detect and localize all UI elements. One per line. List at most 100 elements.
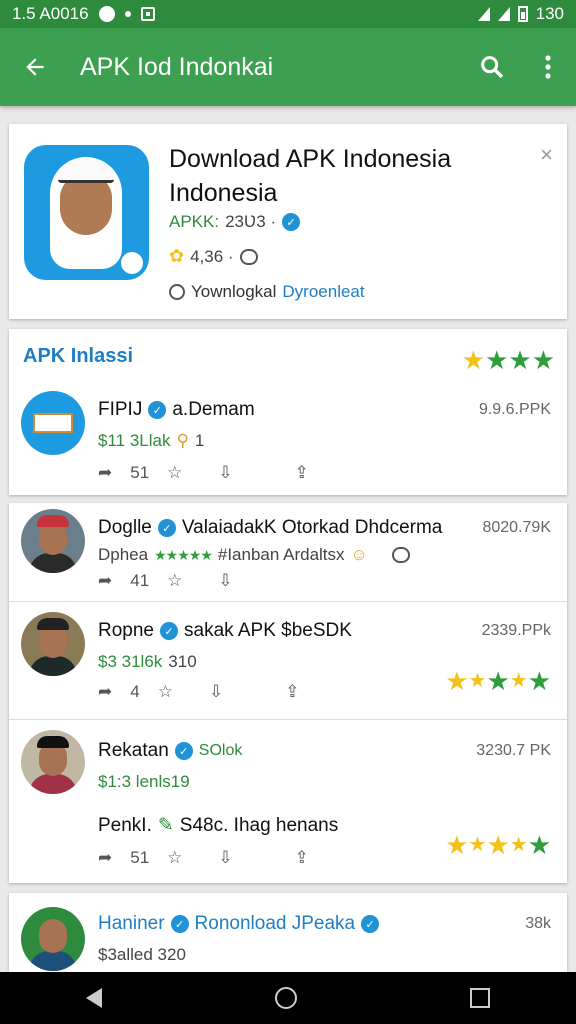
nav-home-icon[interactable] — [274, 987, 297, 1009]
signal-icon — [497, 7, 510, 21]
status-time: 1.5 A0016 — [12, 4, 89, 23]
list-item-title: Ropne ✓ sakak APK $beSDK — [98, 620, 352, 641]
action-row: ➦ 51 ☆ ⇩ ⇪ — [98, 463, 309, 483]
list-item-extra: PenkI. ✎ S48c. Ihag henans — [98, 814, 339, 837]
list-item-sub: $11 3Llak ⚲ 1 — [98, 431, 205, 450]
more-vert-icon — [545, 55, 551, 79]
app-icon — [24, 145, 149, 280]
download-icon[interactable]: ⇩ — [218, 463, 232, 483]
file-size: 8020.79K — [482, 519, 551, 536]
app-bar: APK Iod Indonkai — [0, 28, 576, 106]
download-icon[interactable]: ⇩ — [218, 571, 232, 591]
file-size: 9.9.6.PPK — [478, 401, 551, 418]
system-nav-bar — [0, 972, 576, 1024]
star-icon: ★ — [461, 345, 486, 375]
nav-recents-icon[interactable] — [469, 988, 490, 1008]
avatar — [21, 509, 85, 573]
star-cluster-icon: ✿ — [169, 246, 185, 266]
wifi-icon — [477, 7, 490, 21]
forward-icon[interactable]: ⇪ — [295, 848, 309, 868]
list-item-sub: $3alled 320 — [98, 945, 186, 964]
close-button[interactable]: × — [540, 142, 553, 168]
comment-icon — [239, 248, 258, 265]
avatar — [21, 907, 85, 971]
action-row: ➦ 4 ☆ ⇩ ⇪ — [98, 682, 300, 702]
star-icon: ★ — [486, 666, 510, 696]
rating-stars: ★★★★★ — [154, 546, 213, 563]
radio-icon — [169, 284, 185, 300]
avatar — [21, 730, 85, 794]
action-row: ➦ 41 ☆ ⇩ — [98, 571, 233, 591]
share-icon[interactable]: ➦ — [98, 463, 112, 483]
app-list-card-partial[interactable]: Haniner ✓ Rononload JPeaka ✓ 38k $3alled… — [9, 893, 567, 973]
list-item-title[interactable]: FIPIJ ✓ a.Demam — [98, 399, 255, 421]
comment-icon — [391, 547, 410, 563]
list-item[interactable]: Doglle ✓ ValaiadakK Otorkad Dhdcerma 802… — [9, 503, 567, 601]
star-icon: ★ — [468, 670, 487, 692]
star-icon: ★ — [509, 834, 528, 856]
download-icon[interactable]: ⇩ — [218, 848, 232, 868]
star-icon: ★ — [527, 830, 551, 860]
page-title: APK Iod Indonkai — [80, 52, 274, 81]
share-icon[interactable]: ➦ — [98, 848, 112, 868]
search-button[interactable] — [464, 28, 520, 106]
verified-icon: ✓ — [361, 915, 380, 933]
forward-icon[interactable]: ⇪ — [295, 463, 309, 483]
search-icon: ⚲ — [176, 431, 189, 450]
bookmark-icon[interactable]: ☆ — [167, 848, 182, 868]
share-icon[interactable]: ➦ — [98, 571, 112, 591]
star-icon: ★ — [485, 345, 509, 375]
file-size: 38k — [525, 915, 551, 932]
featured-meta-download[interactable]: Yownlogkal Dyroenleat — [169, 282, 365, 302]
file-size: 2339.PPk — [481, 622, 551, 639]
more-options-button[interactable] — [520, 28, 576, 106]
featured-meta-rating: APKK: 23Ʋ3 · ✓ — [169, 212, 301, 232]
bookmark-icon[interactable]: ☆ — [167, 463, 182, 483]
section-title: APK Inlassi — [23, 345, 134, 367]
status-right-time: 130 — [535, 4, 564, 23]
featured-title: Download APK Indonesia Indonesia — [169, 145, 452, 207]
file-size: 3230.7 PK — [476, 742, 551, 759]
bookmark-icon[interactable]: ☆ — [158, 682, 173, 702]
star-icon: ★ — [508, 345, 532, 375]
verified-icon: ✓ — [282, 213, 301, 231]
list-item-title: Doglle ✓ ValaiadakK Otorkad Dhdcerma — [98, 517, 443, 538]
status-bar: 1.5 A0016 130 — [0, 0, 576, 28]
list-item[interactable]: Ropne ✓ sakak APK $beSDK 2339.PPk $3 31l… — [9, 602, 567, 719]
share-icon[interactable]: ➦ — [98, 682, 112, 702]
back-button[interactable] — [0, 28, 70, 106]
star-icon: ★ — [445, 830, 469, 860]
notification-icon — [98, 6, 115, 22]
app-logo-icon — [33, 413, 73, 433]
rating-stars: ★★★★★ — [445, 832, 551, 858]
list-item-title: Haniner ✓ Rononload JPeaka ✓ — [98, 913, 380, 935]
verified-icon: ✓ — [157, 519, 176, 537]
download-icon[interactable]: ⇩ — [209, 682, 223, 702]
forward-icon[interactable]: ⇪ — [285, 682, 299, 702]
app-list-card: Doglle ✓ ValaiadakK Otorkad Dhdcerma 802… — [9, 503, 567, 883]
list-item[interactable]: Rekatan ✓ SOlok 3230.7 PK $1:3 lenls19 P… — [9, 720, 567, 883]
list-item-sub: $1:3 lenls19 — [98, 772, 190, 791]
small-dot-icon — [124, 11, 131, 17]
verified-icon: ✓ — [148, 401, 167, 419]
featured-meta-reviews: ✿ 4,36 · — [169, 246, 258, 267]
verified-icon: ✓ — [160, 622, 178, 640]
star-icon: ★ — [486, 830, 510, 860]
avatar — [21, 612, 85, 676]
list-item-title: Rekatan ✓ SOlok — [98, 740, 243, 761]
nav-back-icon[interactable] — [86, 988, 103, 1008]
chat-badge-icon — [121, 252, 143, 274]
battery-icon — [517, 6, 528, 22]
verified-icon: ✓ — [174, 742, 193, 760]
section-card: APK Inlassi ★ ★ ★ ★ FIPIJ ✓ a.Demam 9.9.6.P… — [9, 329, 567, 495]
bookmark-icon[interactable]: ☆ — [167, 571, 182, 591]
rating-stars: ★★★★★ — [445, 668, 551, 694]
rating-stars: ★ ★ ★ ★ — [462, 347, 555, 373]
search-icon — [481, 56, 504, 79]
featured-app-card[interactable]: Download APK Indonesia Indonesia × APKK:… — [9, 124, 567, 319]
star-icon: ★ — [531, 345, 555, 375]
emoji-icon: ☺ — [350, 545, 368, 564]
list-item-sub: Dphea ★★★★★ #Ianban Ardaltsx ☺ — [98, 545, 410, 565]
action-row: ➦ 51 ☆ ⇩ ⇪ — [98, 848, 309, 868]
star-icon: ★ — [527, 666, 551, 696]
